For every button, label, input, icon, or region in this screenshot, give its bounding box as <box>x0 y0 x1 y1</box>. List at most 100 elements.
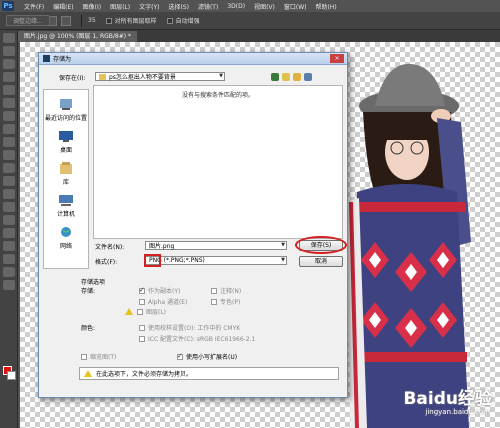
as-copy-checkbox[interactable] <box>139 286 145 294</box>
library-icon <box>60 162 72 174</box>
as-copy-label: 作为副本(Y) <box>148 288 181 295</box>
icc-checkbox[interactable] <box>139 335 145 342</box>
place-label: 网络 <box>59 243 72 250</box>
menu-view[interactable]: 视图(V) <box>254 2 275 11</box>
dialog-title: 存储为 <box>53 56 72 63</box>
marquee-tool-icon[interactable] <box>2 46 15 56</box>
path-select-icon[interactable] <box>2 241 15 251</box>
thumbnail-checkbox[interactable] <box>81 353 87 360</box>
document-tab[interactable]: 图片.jpg @ 100% (图层 1, RGB/8#) * <box>18 31 137 42</box>
new-folder-icon[interactable] <box>293 73 301 81</box>
save-in-value: ps怎么抠出人物不要背景 <box>109 74 176 81</box>
menu-layer[interactable]: 图层(L) <box>110 2 130 11</box>
empty-message: 没有与搜索条件匹配的项。 <box>181 92 254 99</box>
blur-tool-icon[interactable] <box>2 189 15 199</box>
background-color-swatch[interactable] <box>7 371 16 380</box>
spot-label: 专色(P) <box>220 299 241 306</box>
menu-select[interactable]: 选择(S) <box>168 2 189 11</box>
menu-3d[interactable]: 3D(D) <box>227 3 245 10</box>
cutout-person-image <box>345 63 471 428</box>
crop-tool-icon[interactable] <box>2 85 15 95</box>
history-brush-icon[interactable] <box>2 150 15 160</box>
layers-checkbox[interactable] <box>137 308 143 315</box>
baidu-watermark: Baidu经验 <box>403 389 492 409</box>
menu-help[interactable]: 帮助(H) <box>316 2 337 11</box>
gradient-tool-icon[interactable] <box>2 176 15 186</box>
menu-window[interactable]: 窗口(W) <box>284 2 307 11</box>
file-list[interactable]: 没有与搜索条件匹配的项。 <box>93 85 343 239</box>
icc-label: ICC 配置文件(C): sRGB IEC61966-2.1 <box>148 336 256 343</box>
place-library[interactable]: 库 <box>44 162 88 186</box>
document-tabbar: 图片.jpg @ 100% (图层 1, RGB/8#) * <box>18 30 500 42</box>
back-icon[interactable] <box>271 73 279 81</box>
zoom-tool-icon[interactable] <box>2 280 15 290</box>
dialog-titlebar: 存储为 × <box>39 53 347 65</box>
color-label: 颜色: <box>81 325 96 332</box>
menu-file[interactable]: 文件(F) <box>24 2 44 11</box>
nav-toolbar <box>271 73 315 81</box>
subtract-selection-icon[interactable] <box>61 15 71 26</box>
view-menu-icon[interactable] <box>304 73 312 81</box>
spot-checkbox[interactable] <box>211 298 217 305</box>
eraser-tool-icon[interactable] <box>2 163 15 173</box>
auto-enhance-label: 自动增强 <box>175 18 200 25</box>
place-label: 桌面 <box>59 147 72 154</box>
menu-edit[interactable]: 编辑(E) <box>53 2 73 11</box>
chevron-down-icon: ▼ <box>281 257 285 263</box>
stamp-tool-icon[interactable] <box>2 137 15 147</box>
photoshop-logo: Ps <box>2 1 14 11</box>
shape-tool-icon[interactable] <box>2 254 15 264</box>
move-tool-icon[interactable] <box>2 33 15 43</box>
recent-places-icon <box>60 99 72 110</box>
place-computer[interactable]: 计算机 <box>44 194 88 218</box>
proof-checkbox[interactable] <box>139 324 145 331</box>
format-dropdown[interactable]: PNG (*.PNG;*.PNS) ▼ <box>145 256 287 265</box>
up-folder-icon[interactable] <box>282 73 290 81</box>
type-tool-icon[interactable] <box>2 228 15 238</box>
warning-icon <box>125 308 133 315</box>
brush-size[interactable]: 35 <box>88 17 96 24</box>
save-in-dropdown[interactable]: ps怎么抠出人物不要背景 ▼ <box>95 72 225 81</box>
menu-type[interactable]: 文字(Y) <box>139 2 159 11</box>
cancel-button[interactable]: 取消 <box>299 256 343 267</box>
alpha-checkbox[interactable] <box>139 298 145 305</box>
place-label: 计算机 <box>56 211 75 218</box>
place-label: 库 <box>62 179 69 186</box>
place-desktop[interactable]: 桌面 <box>44 130 88 154</box>
healing-tool-icon[interactable] <box>2 111 15 121</box>
place-recent[interactable]: 最近访问的位置 <box>44 98 88 122</box>
status-box: 在此选项下，文件必须存储为拷贝。 <box>79 367 339 380</box>
computer-icon <box>59 195 73 206</box>
hand-tool-icon[interactable] <box>2 267 15 277</box>
toolbox <box>0 30 18 428</box>
save-highlight-ring <box>295 236 347 254</box>
quick-select-tool-icon[interactable] <box>2 72 15 82</box>
auto-enhance-checkbox[interactable] <box>166 17 173 24</box>
save-options-title: 存储选项 <box>81 279 106 286</box>
sample-all-checkbox[interactable] <box>105 17 112 24</box>
menu-filter[interactable]: 滤镜(T) <box>198 2 218 11</box>
refine-edge-button[interactable]: 调整边缘... <box>6 15 50 26</box>
filename-value: 图片.png <box>149 243 175 250</box>
filename-label: 文件名(N): <box>95 244 125 251</box>
filename-input[interactable]: 图片.png ▼ <box>145 241 287 250</box>
place-network[interactable]: 网络 <box>44 226 88 250</box>
menu-bar: Ps 文件(F) 编辑(E) 图像(I) 图层(L) 文字(Y) 选择(S) 滤… <box>0 0 500 12</box>
dodge-tool-icon[interactable] <box>2 202 15 212</box>
proof-label: 使用校样设置(O): 工作中的 CMYK <box>148 325 241 332</box>
places-bar: 最近访问的位置 桌面 库 计算机 网络 <box>43 89 89 269</box>
close-button[interactable]: × <box>330 54 344 63</box>
desktop-icon <box>59 131 73 142</box>
notes-checkbox[interactable] <box>211 287 217 294</box>
brush-tool-icon[interactable] <box>2 124 15 134</box>
pen-tool-icon[interactable] <box>2 215 15 225</box>
chevron-down-icon: ▼ <box>281 242 285 248</box>
save-as-dialog: 存储为 × 保存在(I): ps怎么抠出人物不要背景 ▼ 最近访问的位置 桌面 … <box>38 52 348 398</box>
place-label: 最近访问的位置 <box>44 115 87 122</box>
menu-image[interactable]: 图像(I) <box>83 2 101 11</box>
lowercase-checkbox[interactable] <box>177 352 183 360</box>
lasso-tool-icon[interactable] <box>2 59 15 69</box>
save-label: 存储: <box>81 288 96 295</box>
eyedropper-tool-icon[interactable] <box>2 98 15 108</box>
lowercase-label: 使用小写扩展名(U) <box>186 354 238 361</box>
